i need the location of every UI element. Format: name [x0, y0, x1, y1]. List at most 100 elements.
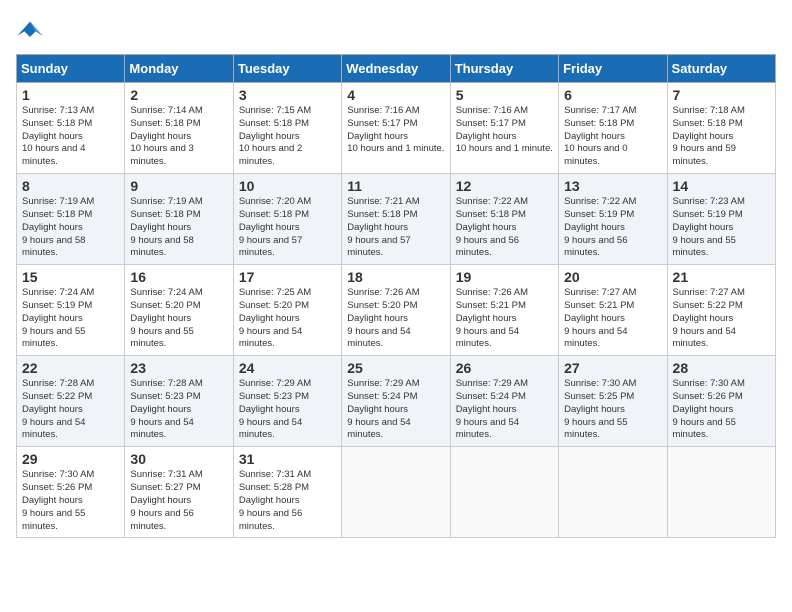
day-number: 17 [239, 269, 336, 285]
day-number: 30 [130, 451, 227, 467]
calendar-cell: 28 Sunrise: 7:30 AMSunset: 5:26 PMDaylig… [667, 356, 775, 447]
day-number: 18 [347, 269, 444, 285]
cell-info: Sunrise: 7:18 AMSunset: 5:18 PMDaylight … [673, 105, 745, 167]
col-header-wednesday: Wednesday [342, 55, 450, 83]
calendar-week-0: 1 Sunrise: 7:13 AMSunset: 5:18 PMDayligh… [17, 83, 776, 174]
day-number: 3 [239, 87, 336, 103]
calendar-cell: 15 Sunrise: 7:24 AMSunset: 5:19 PMDaylig… [17, 265, 125, 356]
day-number: 25 [347, 360, 444, 376]
calendar-cell: 24 Sunrise: 7:29 AMSunset: 5:23 PMDaylig… [233, 356, 341, 447]
cell-info: Sunrise: 7:29 AMSunset: 5:23 PMDaylight … [239, 378, 311, 440]
calendar-table: SundayMondayTuesdayWednesdayThursdayFrid… [16, 54, 776, 538]
day-number: 4 [347, 87, 444, 103]
day-number: 8 [22, 178, 119, 194]
cell-info: Sunrise: 7:27 AMSunset: 5:22 PMDaylight … [673, 287, 745, 349]
day-number: 9 [130, 178, 227, 194]
day-number: 5 [456, 87, 553, 103]
day-number: 16 [130, 269, 227, 285]
day-number: 10 [239, 178, 336, 194]
calendar-cell: 19 Sunrise: 7:26 AMSunset: 5:21 PMDaylig… [450, 265, 558, 356]
cell-info: Sunrise: 7:30 AMSunset: 5:26 PMDaylight … [673, 378, 745, 440]
cell-info: Sunrise: 7:16 AMSunset: 5:17 PMDaylight … [456, 105, 553, 154]
logo-bird-icon [16, 16, 44, 44]
calendar-cell: 18 Sunrise: 7:26 AMSunset: 5:20 PMDaylig… [342, 265, 450, 356]
cell-info: Sunrise: 7:31 AMSunset: 5:27 PMDaylight … [130, 469, 202, 531]
day-number: 1 [22, 87, 119, 103]
cell-info: Sunrise: 7:20 AMSunset: 5:18 PMDaylight … [239, 196, 311, 258]
cell-info: Sunrise: 7:23 AMSunset: 5:19 PMDaylight … [673, 196, 745, 258]
cell-info: Sunrise: 7:25 AMSunset: 5:20 PMDaylight … [239, 287, 311, 349]
cell-info: Sunrise: 7:21 AMSunset: 5:18 PMDaylight … [347, 196, 419, 258]
calendar-cell: 3 Sunrise: 7:15 AMSunset: 5:18 PMDayligh… [233, 83, 341, 174]
calendar-cell: 22 Sunrise: 7:28 AMSunset: 5:22 PMDaylig… [17, 356, 125, 447]
day-number: 11 [347, 178, 444, 194]
day-number: 31 [239, 451, 336, 467]
calendar-cell: 21 Sunrise: 7:27 AMSunset: 5:22 PMDaylig… [667, 265, 775, 356]
day-number: 13 [564, 178, 661, 194]
calendar-cell [559, 447, 667, 538]
calendar-cell: 8 Sunrise: 7:19 AMSunset: 5:18 PMDayligh… [17, 174, 125, 265]
day-number: 22 [22, 360, 119, 376]
cell-info: Sunrise: 7:24 AMSunset: 5:19 PMDaylight … [22, 287, 94, 349]
day-number: 2 [130, 87, 227, 103]
cell-info: Sunrise: 7:26 AMSunset: 5:21 PMDaylight … [456, 287, 528, 349]
calendar-cell: 16 Sunrise: 7:24 AMSunset: 5:20 PMDaylig… [125, 265, 233, 356]
calendar-cell: 30 Sunrise: 7:31 AMSunset: 5:27 PMDaylig… [125, 447, 233, 538]
calendar-cell: 25 Sunrise: 7:29 AMSunset: 5:24 PMDaylig… [342, 356, 450, 447]
day-number: 12 [456, 178, 553, 194]
cell-info: Sunrise: 7:19 AMSunset: 5:18 PMDaylight … [22, 196, 94, 258]
col-header-thursday: Thursday [450, 55, 558, 83]
calendar-cell: 6 Sunrise: 7:17 AMSunset: 5:18 PMDayligh… [559, 83, 667, 174]
calendar-week-2: 15 Sunrise: 7:24 AMSunset: 5:19 PMDaylig… [17, 265, 776, 356]
day-number: 15 [22, 269, 119, 285]
cell-info: Sunrise: 7:30 AMSunset: 5:26 PMDaylight … [22, 469, 94, 531]
col-header-monday: Monday [125, 55, 233, 83]
day-number: 19 [456, 269, 553, 285]
day-number: 7 [673, 87, 770, 103]
calendar-cell [342, 447, 450, 538]
cell-info: Sunrise: 7:13 AMSunset: 5:18 PMDaylight … [22, 105, 94, 167]
cell-info: Sunrise: 7:29 AMSunset: 5:24 PMDaylight … [456, 378, 528, 440]
calendar-cell: 29 Sunrise: 7:30 AMSunset: 5:26 PMDaylig… [17, 447, 125, 538]
calendar-cell: 14 Sunrise: 7:23 AMSunset: 5:19 PMDaylig… [667, 174, 775, 265]
cell-info: Sunrise: 7:28 AMSunset: 5:23 PMDaylight … [130, 378, 202, 440]
calendar-cell: 11 Sunrise: 7:21 AMSunset: 5:18 PMDaylig… [342, 174, 450, 265]
cell-info: Sunrise: 7:31 AMSunset: 5:28 PMDaylight … [239, 469, 311, 531]
calendar-cell: 23 Sunrise: 7:28 AMSunset: 5:23 PMDaylig… [125, 356, 233, 447]
calendar-cell: 5 Sunrise: 7:16 AMSunset: 5:17 PMDayligh… [450, 83, 558, 174]
calendar-cell: 20 Sunrise: 7:27 AMSunset: 5:21 PMDaylig… [559, 265, 667, 356]
calendar-cell: 2 Sunrise: 7:14 AMSunset: 5:18 PMDayligh… [125, 83, 233, 174]
calendar-cell: 9 Sunrise: 7:19 AMSunset: 5:18 PMDayligh… [125, 174, 233, 265]
calendar-cell: 13 Sunrise: 7:22 AMSunset: 5:19 PMDaylig… [559, 174, 667, 265]
cell-info: Sunrise: 7:29 AMSunset: 5:24 PMDaylight … [347, 378, 419, 440]
day-number: 14 [673, 178, 770, 194]
calendar-cell: 12 Sunrise: 7:22 AMSunset: 5:18 PMDaylig… [450, 174, 558, 265]
calendar-cell: 26 Sunrise: 7:29 AMSunset: 5:24 PMDaylig… [450, 356, 558, 447]
calendar-cell: 10 Sunrise: 7:20 AMSunset: 5:18 PMDaylig… [233, 174, 341, 265]
cell-info: Sunrise: 7:19 AMSunset: 5:18 PMDaylight … [130, 196, 202, 258]
calendar-cell [667, 447, 775, 538]
calendar-week-3: 22 Sunrise: 7:28 AMSunset: 5:22 PMDaylig… [17, 356, 776, 447]
cell-info: Sunrise: 7:22 AMSunset: 5:18 PMDaylight … [456, 196, 528, 258]
calendar-cell: 17 Sunrise: 7:25 AMSunset: 5:20 PMDaylig… [233, 265, 341, 356]
calendar-cell: 4 Sunrise: 7:16 AMSunset: 5:17 PMDayligh… [342, 83, 450, 174]
calendar-cell [450, 447, 558, 538]
day-number: 21 [673, 269, 770, 285]
cell-info: Sunrise: 7:17 AMSunset: 5:18 PMDaylight … [564, 105, 636, 167]
cell-info: Sunrise: 7:16 AMSunset: 5:17 PMDaylight … [347, 105, 444, 154]
day-number: 23 [130, 360, 227, 376]
cell-info: Sunrise: 7:14 AMSunset: 5:18 PMDaylight … [130, 105, 202, 167]
cell-info: Sunrise: 7:24 AMSunset: 5:20 PMDaylight … [130, 287, 202, 349]
day-number: 27 [564, 360, 661, 376]
cell-info: Sunrise: 7:28 AMSunset: 5:22 PMDaylight … [22, 378, 94, 440]
logo [16, 16, 48, 44]
col-header-tuesday: Tuesday [233, 55, 341, 83]
day-number: 6 [564, 87, 661, 103]
col-header-friday: Friday [559, 55, 667, 83]
cell-info: Sunrise: 7:30 AMSunset: 5:25 PMDaylight … [564, 378, 636, 440]
day-number: 24 [239, 360, 336, 376]
col-header-sunday: Sunday [17, 55, 125, 83]
cell-info: Sunrise: 7:15 AMSunset: 5:18 PMDaylight … [239, 105, 311, 167]
day-number: 26 [456, 360, 553, 376]
col-header-saturday: Saturday [667, 55, 775, 83]
